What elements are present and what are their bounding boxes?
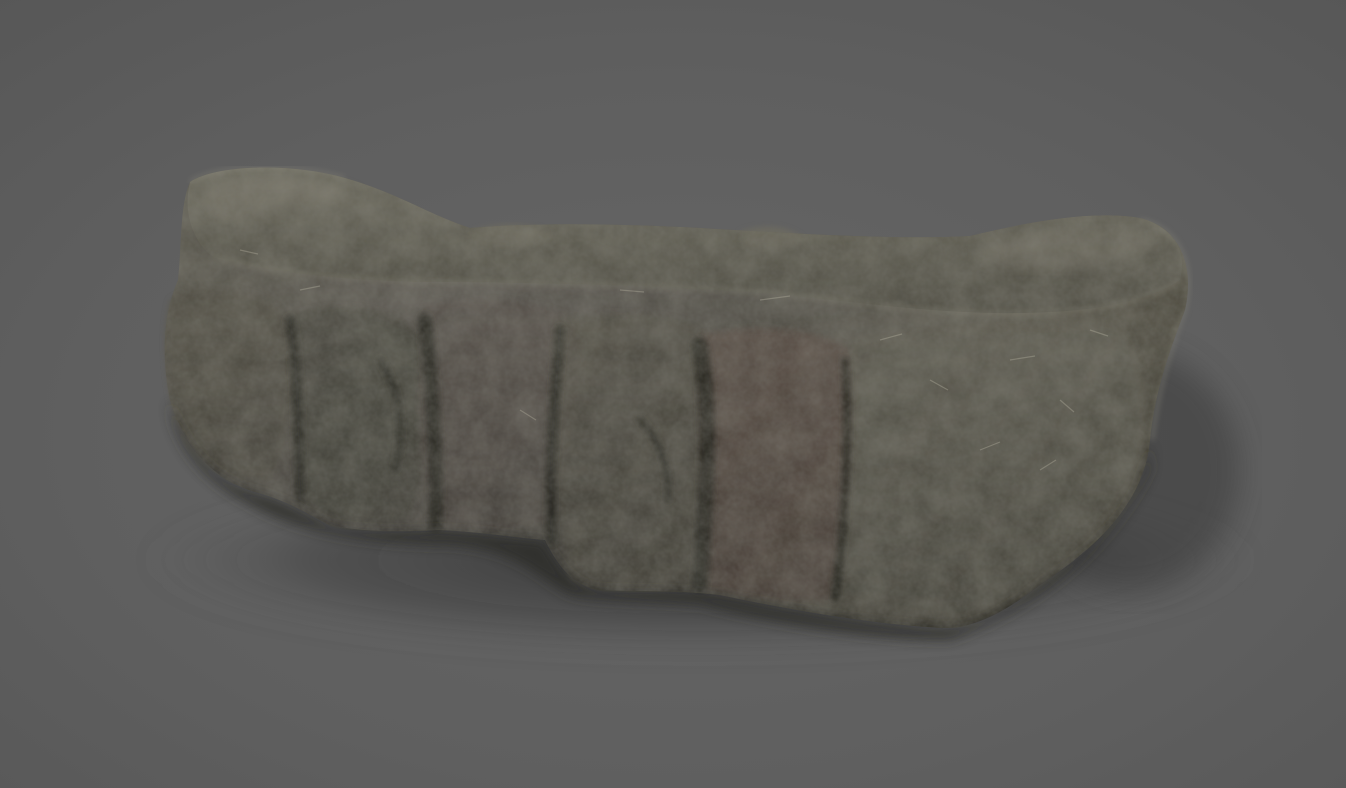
rock-model[interactable] bbox=[0, 0, 1346, 788]
3d-viewport[interactable] bbox=[0, 0, 1346, 788]
